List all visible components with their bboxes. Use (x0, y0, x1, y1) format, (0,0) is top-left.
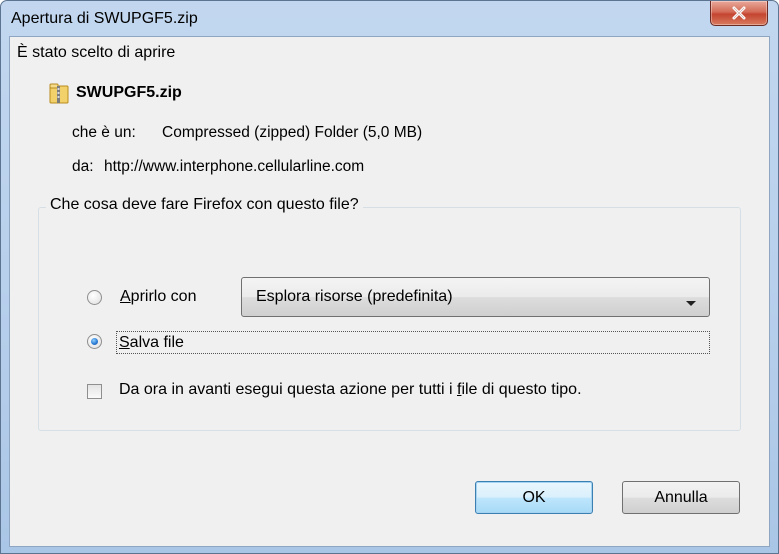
file-type-row: che è un: Compressed (zipped) Folder (5,0… (72, 124, 422, 142)
action-group-legend: Che cosa deve fare Firefox con questo fi… (46, 196, 363, 214)
open-with-radio[interactable] (87, 290, 102, 305)
remember-choice-label-pre: Da ora in avanti esegui questa azione pe… (119, 381, 457, 398)
open-with-dropdown[interactable]: Esplora risorse (predefinita) (241, 277, 710, 317)
close-button[interactable] (710, 1, 768, 26)
file-type-value: Compressed (zipped) Folder (5,0 MB) (162, 124, 423, 141)
dialog-heading: È stato scelto di aprire (17, 44, 176, 61)
close-icon (732, 6, 746, 20)
zip-folder-icon (49, 83, 69, 110)
ok-button[interactable]: OK (475, 481, 593, 514)
window-title: Apertura di SWUPGF5.zip (11, 10, 198, 27)
save-file-label[interactable]: Salva file (116, 331, 710, 354)
source-label: da: (72, 158, 94, 175)
chevron-down-icon (685, 294, 697, 312)
cancel-button[interactable]: Annulla (622, 481, 740, 514)
remember-choice-label[interactable]: Da ora in avanti esegui questa azione pe… (119, 381, 582, 399)
open-with-selected-value: Esplora risorse (predefinita) (256, 288, 453, 305)
remember-choice-label-post: ile di questo tipo. (461, 381, 582, 398)
source-row: da: http://www.interphone.cellularline.co… (72, 158, 364, 176)
file-name: SWUPGF5.zip (76, 84, 182, 101)
open-with-label[interactable]: Aprirlo con (120, 288, 196, 306)
title-bar[interactable]: Apertura di SWUPGF5.zip (1, 1, 778, 37)
source-value: http://www.interphone.cellularline.com (104, 158, 365, 175)
remember-choice-checkbox[interactable] (87, 384, 102, 399)
file-type-label: che è un: (72, 124, 136, 141)
save-file-radio[interactable] (87, 334, 102, 349)
